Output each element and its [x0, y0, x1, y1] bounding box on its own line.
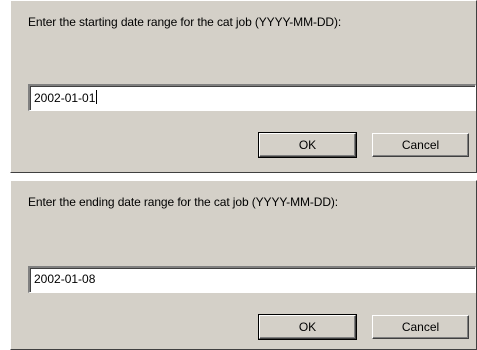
start-date-prompt: Enter the starting date range for the ca… — [28, 15, 342, 29]
start-ok-button[interactable]: OK — [258, 132, 357, 158]
start-date-value: 2002-01-01 — [34, 91, 96, 105]
end-date-input[interactable]: 2002-01-08 — [28, 266, 476, 293]
end-ok-button[interactable]: OK — [258, 314, 357, 340]
end-date-prompt: Enter the ending date range for the cat … — [28, 195, 339, 209]
end-date-dialog: Enter the ending date range for the cat … — [10, 180, 477, 350]
end-date-value: 2002-01-08 — [34, 272, 96, 286]
start-cancel-button[interactable]: Cancel — [372, 133, 469, 157]
start-date-input[interactable]: 2002-01-01 — [28, 84, 476, 111]
end-cancel-button[interactable]: Cancel — [372, 315, 469, 339]
start-date-dialog: Enter the starting date range for the ca… — [10, 0, 477, 173]
text-caret — [96, 90, 98, 104]
